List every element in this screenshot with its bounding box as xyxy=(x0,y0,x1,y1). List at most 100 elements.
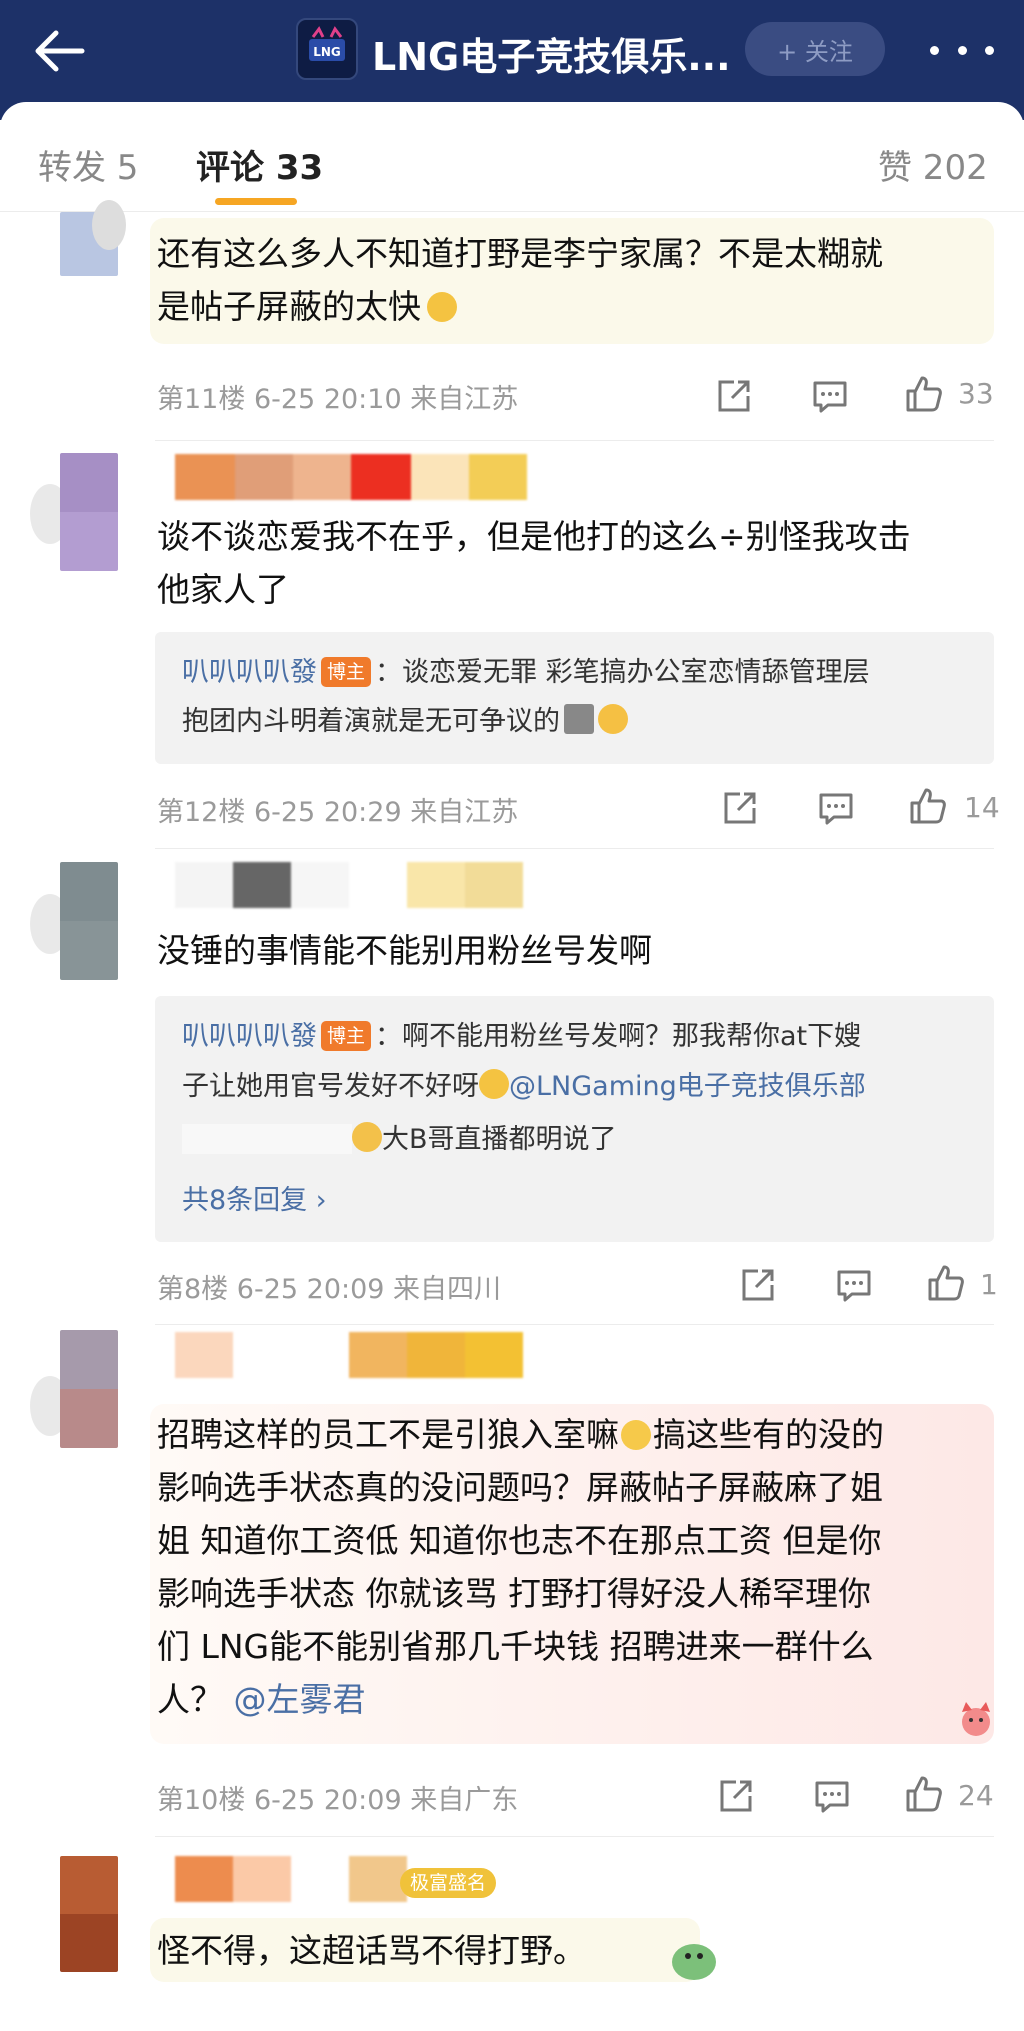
comment-icon[interactable] xyxy=(810,376,850,416)
club-logo: LNG xyxy=(296,18,358,80)
comment-location: 来自江苏 xyxy=(410,797,519,828)
svg-text:LNG: LNG xyxy=(313,45,341,59)
comment-text-line: 谈不谈恋爱我不在乎，但是他打的这么÷别怪我攻击 xyxy=(157,517,911,556)
floor-label: 第8楼 xyxy=(157,1274,229,1305)
reply-author[interactable]: 叭叭叭叭發 xyxy=(182,657,317,688)
comment-text: 招聘这样的员工不是引狼入室嘛 搞这些有的没的 影响选手状态真的没问题吗？屏蔽帖子屏… xyxy=(157,1408,884,1726)
reply-line: 子让她用官号发好不好呀 @LNGaming电子竞技俱乐部 xyxy=(182,1062,866,1112)
reply-line: 抱团内斗明着演就是无可争议的 xyxy=(182,697,628,747)
comment-time: 6-25 20:09 xyxy=(253,1785,402,1816)
thumbs-up-icon[interactable] xyxy=(904,374,944,414)
more-options-button[interactable] xyxy=(930,30,994,70)
comment-text: 谈不谈恋爱我不在乎，但是他打的这么÷别怪我攻击 他家人了 xyxy=(157,510,911,616)
comment-text-line: 人？ @左雾君 xyxy=(157,1673,884,1726)
reply-author[interactable]: 叭叭叭叭發 xyxy=(182,1021,317,1052)
comment-icon[interactable] xyxy=(812,1776,852,1816)
comment-location: 来自江苏 xyxy=(410,384,519,415)
avatar[interactable] xyxy=(60,1330,118,1448)
like-count: 1 xyxy=(980,1268,998,1301)
username-blurred xyxy=(175,1332,523,1378)
comment-text-line: 还有这么多人不知道打野是李宁家属？不是太糊就 xyxy=(157,234,883,273)
comment-time: 6-25 20:10 xyxy=(253,384,402,415)
comment-text-line: 们 LNG能不能别省那几千块钱 招聘进来一群什么 xyxy=(157,1627,874,1666)
more-dot xyxy=(957,45,967,55)
blogger-tag: 博主 xyxy=(321,657,372,687)
comment-icon[interactable] xyxy=(816,788,856,828)
comment-text-line: 姐 知道你工资低 知道你也志不在那点工资 但是你 xyxy=(157,1521,882,1560)
mention-link[interactable]: @左雾君 xyxy=(234,1680,366,1719)
divider xyxy=(155,1836,994,1837)
reply-text: 子让她用官号发好不好呀 xyxy=(182,1071,479,1102)
divider xyxy=(155,848,994,849)
share-icon[interactable] xyxy=(738,1265,778,1305)
arrow-left-icon xyxy=(35,30,85,72)
comment-meta: 第12楼 6-25 20:29 来自江苏 xyxy=(157,790,518,829)
comment-text-line: 他家人了 xyxy=(157,570,289,609)
username-blurred xyxy=(175,862,523,908)
comment-text-line: 影响选手状态真的没问题吗？屏蔽帖子屏蔽麻了姐 xyxy=(157,1468,883,1507)
tab-comments[interactable]: 评论 33 xyxy=(196,140,323,189)
reply-text: 抱团内斗明着演就是无可争议的 xyxy=(182,706,560,737)
thumbs-up-icon[interactable] xyxy=(908,786,948,826)
follow-button[interactable]: + 关注 xyxy=(745,22,885,76)
reply-line: 大B哥直播都明说了 xyxy=(182,1115,617,1165)
back-button[interactable] xyxy=(30,26,90,76)
more-dot xyxy=(985,45,994,55)
share-icon[interactable] xyxy=(716,1776,756,1816)
view-more-replies-link[interactable]: 共8条回复 › xyxy=(182,1178,327,1217)
blogger-tag: 博主 xyxy=(321,1021,372,1051)
comment-time: 6-25 20:09 xyxy=(236,1274,385,1305)
avatar[interactable] xyxy=(60,862,118,980)
thumbs-up-icon[interactable] xyxy=(926,1263,966,1303)
thinking-emoji-icon xyxy=(352,1122,382,1152)
comment-location: 来自四川 xyxy=(393,1274,502,1305)
comment-meta: 第8楼 6-25 20:09 来自四川 xyxy=(157,1267,501,1306)
divider xyxy=(155,440,994,441)
comment-meta: 第11楼 6-25 20:10 来自江苏 xyxy=(157,377,518,416)
tongue-emoji-icon xyxy=(598,704,628,734)
more-dots-icon xyxy=(930,45,939,55)
reply-text: ：谈恋爱无罪 彩笔搞办公室恋情舔管理层 xyxy=(375,657,870,688)
comment-text: 怪不得，这超话骂不得打野。 xyxy=(157,1931,586,1970)
comment-text-line: 招聘这样的员工不是引狼入室嘛 搞这些有的没的 xyxy=(157,1408,884,1461)
shrug-emoji-icon xyxy=(427,292,457,322)
share-icon[interactable] xyxy=(714,376,754,416)
comment-time: 6-25 20:29 xyxy=(253,797,402,828)
tab-likes[interactable]: 赞 202 xyxy=(878,140,988,189)
comment-text-line: 是帖子屏蔽的太快 xyxy=(157,280,883,333)
decorative-sticker-icon xyxy=(962,1702,990,1736)
comment-text: 没锤的事情能不能别用粉丝号发啊 xyxy=(157,931,652,970)
comment-meta: 第10楼 6-25 20:09 来自广东 xyxy=(157,1778,518,1817)
page-title: LNG电子竞技俱乐... xyxy=(372,35,731,79)
avatar[interactable] xyxy=(60,1856,118,1972)
mention-link[interactable]: @LNGaming电子竞技俱乐部 xyxy=(509,1071,866,1102)
smile-emoji-icon xyxy=(621,1420,651,1450)
username-blurred xyxy=(175,1856,407,1902)
thumbs-up-icon[interactable] xyxy=(904,1774,944,1814)
avatar[interactable] xyxy=(60,453,118,571)
comment-text-span: 是帖子屏蔽的太快 xyxy=(157,287,421,326)
like-count: 14 xyxy=(964,791,1000,824)
rank-badge: 极富盛名 xyxy=(400,1868,497,1898)
like-count: 24 xyxy=(958,1779,994,1812)
floor-label: 第10楼 xyxy=(157,1785,246,1816)
floor-label: 第11楼 xyxy=(157,384,246,415)
comment-text-line: 影响选手状态 你就该骂 打野打得好没人稀罕理你 xyxy=(157,1574,871,1613)
comment-text: 还有这么多人不知道打野是李宁家属？不是太糊就 是帖子屏蔽的太快 xyxy=(157,227,883,333)
divide-emoji-icon xyxy=(564,704,594,734)
tab-reposts[interactable]: 转发 5 xyxy=(38,140,138,189)
reply-line: 叭叭叭叭發 博主 ：谈恋爱无罪 彩笔搞办公室恋情舔管理层 xyxy=(182,648,870,698)
comment-text-span: 人？ xyxy=(157,1680,223,1719)
floor-label: 第12楼 xyxy=(157,797,246,828)
comment-icon[interactable] xyxy=(834,1265,874,1305)
comment-text-span: 搞这些有的没的 xyxy=(653,1415,884,1454)
divider xyxy=(155,1324,994,1325)
username-blurred xyxy=(175,454,527,500)
dinosaur-sticker-icon xyxy=(672,1944,716,1980)
reply-line: 叭叭叭叭發 博主 ：啊不能用粉丝号发啊？那我帮你at下嫂 xyxy=(182,1012,861,1062)
like-count: 33 xyxy=(958,377,994,410)
reply-text: ：啊不能用粉丝号发啊？那我帮你at下嫂 xyxy=(375,1021,862,1052)
share-icon[interactable] xyxy=(720,788,760,828)
comment-location: 来自广东 xyxy=(410,1785,519,1816)
reply-text: 大B哥直播都明说了 xyxy=(382,1124,617,1155)
